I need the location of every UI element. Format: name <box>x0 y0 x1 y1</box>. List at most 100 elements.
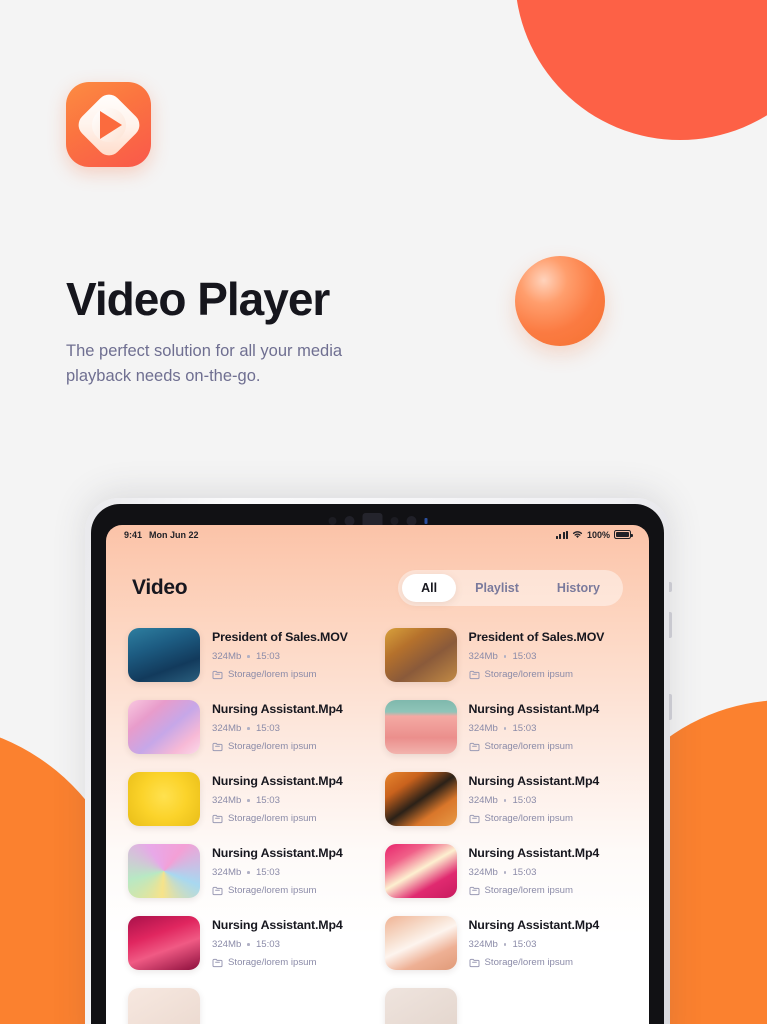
video-stats: 324Mb 15:03 <box>469 651 605 662</box>
video-filename: Nursing Assistant.Mp4 <box>468 774 600 788</box>
separator-dot-icon <box>247 727 250 730</box>
tab-playlist[interactable]: Playlist <box>456 574 538 602</box>
storage-path-label: Storage/lorem ipsum <box>484 885 574 896</box>
video-thumbnail[interactable] <box>384 700 457 754</box>
video-list-grid: President of Sales.MOV 324Mb 15:03 Storage/… <box>106 628 649 1024</box>
folder-icon <box>469 886 479 895</box>
video-filename: Nursing Assistant.Mp4 <box>468 702 600 716</box>
video-thumbnail[interactable] <box>384 628 457 682</box>
separator-dot-icon <box>247 871 250 874</box>
separator-dot-icon <box>247 943 250 946</box>
video-storage-path: Storage/lorem ipsum <box>212 741 343 752</box>
wifi-icon <box>572 531 583 538</box>
tablet-device: 9:41 Mon Jun 22 100% Video All Playlist … <box>85 498 672 1024</box>
video-stats: 324Mb 15:03 <box>212 723 343 734</box>
storage-path-label: Storage/lorem ipsum <box>228 957 317 968</box>
video-list-item[interactable]: Nursing Assistant.Mp4 324Mb 15:03 Storage/l… <box>128 772 371 826</box>
cellular-signal-icon <box>556 530 568 539</box>
video-storage-path: Storage/lorem ipsum <box>469 741 600 752</box>
video-thumbnail[interactable] <box>128 988 200 1024</box>
hero-section: Video Player The perfect solution for al… <box>66 82 486 390</box>
video-meta: Nursing Assistant.Mp4 324Mb 15:03 Storage/l… <box>212 916 343 968</box>
storage-path-label: Storage/lorem ipsum <box>228 813 317 824</box>
video-storage-path: Storage/lorem ipsum <box>469 669 605 680</box>
video-meta: Nursing Assistant.Mp4 324Mb 15:03 Storage/l… <box>212 700 343 752</box>
video-filename: Nursing Assistant.Mp4 <box>468 846 600 860</box>
video-filesize: 324Mb <box>212 867 242 878</box>
video-storage-path: Storage/lorem ipsum <box>469 957 600 968</box>
video-meta: Nursing Assistant.Mp4 324Mb 15:03 Storage/l… <box>212 772 343 824</box>
video-list-item[interactable]: President of Sales.MOV 324Mb 15:03 Storage/… <box>384 628 628 682</box>
separator-dot-icon <box>247 799 250 802</box>
play-triangle-icon <box>99 110 122 139</box>
folder-icon <box>469 670 479 679</box>
video-meta: Nursing Assistant.Mp4 324Mb 15:03 Storage/l… <box>469 772 600 824</box>
video-list-item[interactable]: Nursing Assistant.Mp4 324Mb 15:03 Storage/l… <box>384 916 628 970</box>
video-filename: Nursing Assistant.Mp4 <box>212 846 343 860</box>
video-duration: 15:03 <box>512 651 537 662</box>
folder-icon <box>212 958 223 967</box>
video-filesize: 324Mb <box>212 939 242 950</box>
video-stats: 324Mb 15:03 <box>469 795 600 806</box>
device-screen: 9:41 Mon Jun 22 100% Video All Playlist … <box>106 525 649 1024</box>
video-list-item[interactable]: Nursing Assistant.Mp4 324Mb 15:03 Storage/l… <box>128 700 371 754</box>
video-meta: President of Sales.MOV 324Mb 15:03 Storage/… <box>212 628 348 680</box>
video-filesize: 324Mb <box>468 867 498 878</box>
video-thumbnail[interactable] <box>128 772 200 826</box>
video-list-item[interactable]: President of Sales.MOV 324Mb 15:03 Storage/… <box>128 628 371 682</box>
video-thumbnail[interactable] <box>384 844 457 898</box>
battery-full-icon <box>614 530 633 539</box>
video-list-item[interactable] <box>128 988 371 1024</box>
video-duration: 15:03 <box>512 867 537 878</box>
video-thumbnail[interactable] <box>128 628 200 682</box>
video-stats: 324Mb 15:03 <box>212 867 343 878</box>
video-filesize: 324Mb <box>212 651 242 662</box>
video-thumbnail[interactable] <box>384 988 457 1024</box>
video-duration: 15:03 <box>255 651 280 662</box>
tab-all[interactable]: All <box>402 574 457 602</box>
video-duration: 15:03 <box>255 939 280 950</box>
video-stats: 324Mb 15:03 <box>212 939 343 950</box>
video-thumbnail[interactable] <box>128 700 200 754</box>
video-stats: 324Mb 15:03 <box>469 939 600 950</box>
separator-dot-icon <box>503 655 507 658</box>
device-bezel: 9:41 Mon Jun 22 100% Video All Playlist … <box>91 504 672 1024</box>
video-list-item[interactable]: Nursing Assistant.Mp4 324Mb 15:03 Storage/l… <box>384 844 628 898</box>
video-list-item[interactable]: Nursing Assistant.Mp4 324Mb 15:03 Storage/l… <box>384 772 628 826</box>
video-storage-path: Storage/lorem ipsum <box>469 885 600 896</box>
video-list-item[interactable]: Nursing Assistant.Mp4 324Mb 15:03 Storage/l… <box>128 844 371 898</box>
video-list-item[interactable]: Nursing Assistant.Mp4 324Mb 15:03 Storage/l… <box>384 700 628 754</box>
video-storage-path: Storage/lorem ipsum <box>212 885 343 896</box>
video-filename: Nursing Assistant.Mp4 <box>212 774 343 788</box>
video-thumbnail[interactable] <box>384 916 457 970</box>
battery-percent-label: 100% <box>586 529 610 540</box>
video-list-item[interactable]: Nursing Assistant.Mp4 324Mb 15:03 Storage/l… <box>128 916 371 970</box>
storage-path-label: Storage/lorem ipsum <box>484 813 574 824</box>
storage-path-label: Storage/lorem ipsum <box>228 669 317 680</box>
video-thumbnail[interactable] <box>384 772 457 826</box>
tab-history[interactable]: History <box>538 574 619 602</box>
folder-icon <box>212 742 223 751</box>
app-header: Video All Playlist History <box>106 544 649 606</box>
volume-up-button[interactable] <box>669 612 672 638</box>
status-led-icon <box>424 517 427 524</box>
video-thumbnail[interactable] <box>128 844 200 898</box>
sensor-dot-icon <box>390 516 398 525</box>
video-filesize: 324Mb <box>468 795 498 806</box>
folder-icon <box>469 742 479 751</box>
separator-dot-icon <box>503 799 507 802</box>
folder-icon <box>469 814 479 823</box>
separator-dot-icon <box>503 727 507 730</box>
video-stats: 324Mb 15:03 <box>469 867 600 878</box>
device-side-button[interactable] <box>669 582 672 592</box>
video-list-item[interactable] <box>384 988 628 1024</box>
folder-icon <box>212 670 223 679</box>
storage-path-label: Storage/lorem ipsum <box>484 741 574 752</box>
video-filename: President of Sales.MOV <box>212 630 348 644</box>
video-thumbnail[interactable] <box>128 916 200 970</box>
volume-down-button[interactable] <box>669 694 672 720</box>
status-time: 9:41 <box>124 529 143 540</box>
folder-icon <box>212 814 223 823</box>
sensor-dot-icon <box>328 516 336 525</box>
separator-dot-icon <box>503 871 507 874</box>
